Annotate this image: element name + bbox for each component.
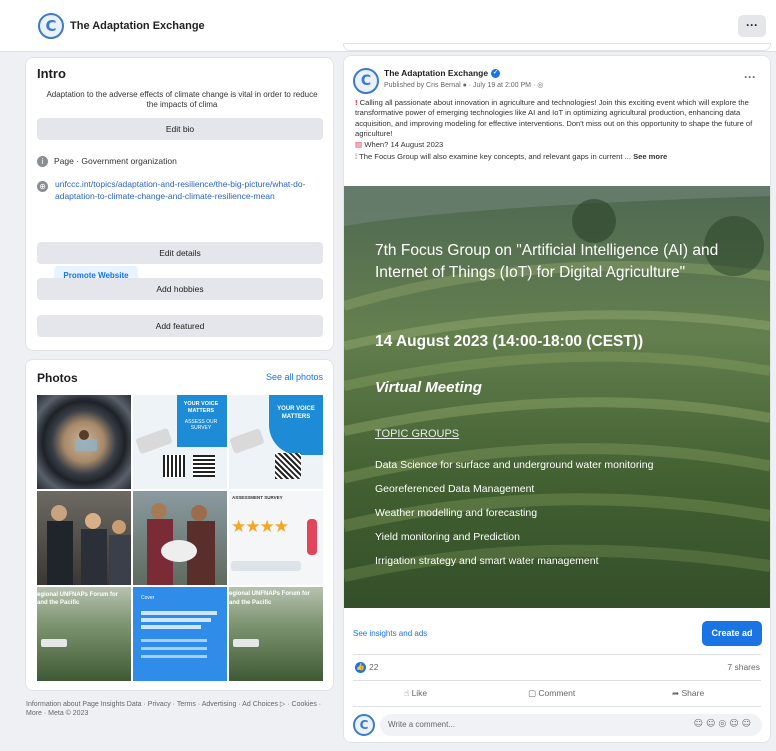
camera-lens-figure xyxy=(75,430,97,451)
photo-tile[interactable] xyxy=(37,491,131,585)
info-icon: i xyxy=(37,156,48,168)
edit-bio-button[interactable]: Edit bio xyxy=(37,118,323,140)
like-reaction-icon: 👍 xyxy=(355,662,366,674)
photo-grid: YOUR VOICE MATTERS ASSESS OUR SURVEY YOU… xyxy=(37,395,323,683)
create-ad-button[interactable]: Create ad xyxy=(702,621,762,646)
add-hobbies-button[interactable]: Add hobbies xyxy=(37,278,323,300)
tile-text: and the Pacific xyxy=(229,600,272,606)
share-button[interactable]: ➦ Share xyxy=(672,688,704,699)
topic-item: Weather modelling and forecasting xyxy=(375,507,538,519)
commenter-avatar[interactable]: C xyxy=(353,714,375,736)
people-with-sheep-photo xyxy=(147,503,215,585)
see-insights-link[interactable]: See insights and ads xyxy=(353,629,427,638)
previous-post-edge xyxy=(344,44,770,50)
divider xyxy=(353,706,761,707)
page-type-label: Page · Government organization xyxy=(54,156,177,166)
author-avatar[interactable]: C xyxy=(353,68,379,94)
post-text: ! Calling all passionate about innovatio… xyxy=(355,98,761,163)
share-icon: ➦ xyxy=(672,689,680,699)
pin-icon: ⁞ xyxy=(355,152,358,162)
photo-tile[interactable]: egional UNFNAPs Forum for and the Pacifi… xyxy=(37,587,131,681)
qr-code-icon xyxy=(163,455,185,477)
likes-count[interactable]: 22 xyxy=(369,662,378,672)
globe-icon: ⊕ xyxy=(37,181,48,192)
more-options-button[interactable]: ··· xyxy=(738,15,766,37)
footer-links[interactable]: Information about Page Insights Data · P… xyxy=(26,700,336,718)
tile-text: egional UNFNAPs Forum for xyxy=(229,591,311,597)
share-count[interactable]: 7 shares xyxy=(727,662,760,672)
post-card: C The Adaptation Exchange ✓ Published by … xyxy=(344,56,770,742)
topic-item: Irrigation strategy and smart water mana… xyxy=(375,555,599,567)
comment-input[interactable]: Write a comment... ☺☺◎☺☺ xyxy=(380,714,762,736)
edit-details-button[interactable]: Edit details xyxy=(37,242,323,264)
tile-text: YOUR VOICE MATTERS xyxy=(183,401,219,414)
post-author-name[interactable]: The Adaptation Exchange xyxy=(384,68,488,78)
event-date: 14 August 2023 (14:00-18:00 (CEST)) xyxy=(375,333,644,350)
rating-stars: ★★★★ xyxy=(231,517,289,537)
topic-item: Georeferenced Data Management xyxy=(375,483,535,495)
see-more-link[interactable]: See more xyxy=(633,152,667,161)
tile-text: ASSESSMENT SURVEY xyxy=(232,495,283,500)
post-meta: Published by Cris Bernal ● · July 19 at … xyxy=(384,82,544,89)
reaction-count[interactable]: 👍 22 xyxy=(355,662,378,674)
photo-tile[interactable] xyxy=(133,491,227,585)
photo-tile[interactable]: egional UNFNAPs Forum for and the Pacifi… xyxy=(229,587,323,681)
comment-label: Comment xyxy=(538,688,576,698)
tile-text: and the Pacific xyxy=(37,600,80,606)
website-link[interactable]: unfccc.int/topics/adaptation-and-resilie… xyxy=(55,178,331,202)
page-type-row: i Page · Government organization xyxy=(37,156,177,168)
add-featured-button[interactable]: Add featured xyxy=(37,315,323,337)
post-text-line: ! Calling all passionate about innovatio… xyxy=(355,98,761,139)
photo-tile[interactable]: Cover xyxy=(133,587,227,681)
photo-tile[interactable]: YOUR VOICE MATTERS ASSESS OUR SURVEY xyxy=(133,395,227,489)
post-image[interactable]: 7th Focus Group on "Artificial Intellige… xyxy=(344,186,770,608)
photo-tile[interactable] xyxy=(37,395,131,489)
topic-item: Data Science for surface and underground… xyxy=(375,459,654,471)
see-all-photos-link[interactable]: See all photos xyxy=(266,372,323,382)
people-photo xyxy=(47,505,131,585)
topic-groups-heading: TOPIC GROUPS xyxy=(375,428,460,440)
post-text-main: Calling all passionate about innovation … xyxy=(355,98,753,138)
post-text-focus: The Focus Group will also examine key co… xyxy=(359,152,631,162)
page-logo[interactable]: C xyxy=(38,13,64,39)
post-more-button[interactable]: ··· xyxy=(744,70,756,84)
topic-item: Yield monitoring and Prediction xyxy=(375,531,520,543)
bio-text: Adaptation to the adverse effects of cli… xyxy=(46,90,318,109)
tile-text: Cover xyxy=(141,595,155,601)
photos-card: Photos See all photos YOUR VOICE MATTERS… xyxy=(26,360,333,690)
like-button[interactable]: ☝ Like xyxy=(404,688,427,699)
qr-code-icon xyxy=(193,455,215,477)
share-label: Share xyxy=(681,688,705,698)
photo-tile[interactable]: ASSESSMENT SURVEY ★★★★ xyxy=(229,491,323,585)
post-text-line: ▤ When? 14 August 2023 xyxy=(355,140,761,150)
post-author[interactable]: The Adaptation Exchange ✓ xyxy=(384,68,501,79)
page-title[interactable]: The Adaptation Exchange xyxy=(70,20,205,32)
qr-code-icon xyxy=(275,453,301,479)
photos-title: Photos xyxy=(37,371,78,385)
event-heading: 7th Focus Group on "Artificial Intellige… xyxy=(375,242,719,281)
exclamation-icon: ! xyxy=(355,98,358,107)
tile-text: YOUR VOICE MATTERS xyxy=(277,406,315,420)
thumbs-up-icon: ☝ xyxy=(404,689,410,699)
comment-icon: ▢ xyxy=(528,689,537,699)
event-format: Virtual Meeting xyxy=(375,379,482,396)
post-text-date: When? 14 August 2023 xyxy=(364,140,444,150)
comment-placeholder: Write a comment... xyxy=(388,720,455,729)
intro-card: Intro Adaptation to the adverse effects … xyxy=(26,58,333,350)
like-label: Like xyxy=(411,688,428,698)
verified-badge-icon: ✓ xyxy=(491,69,501,79)
divider xyxy=(353,654,761,655)
post-text-line: ⁞ The Focus Group will also examine key … xyxy=(355,152,761,162)
comment-button[interactable]: ▢ Comment xyxy=(528,688,575,699)
divider xyxy=(353,680,761,681)
photo-tile[interactable]: YOUR VOICE MATTERS xyxy=(229,395,323,489)
tile-text: ASSESS OUR SURVEY xyxy=(184,419,218,431)
intro-title: Intro xyxy=(37,66,66,81)
comment-tools-icons[interactable]: ☺☺◎☺☺ xyxy=(694,719,754,729)
tile-text: egional UNFNAPs Forum for xyxy=(37,592,119,598)
calendar-icon: ▤ xyxy=(355,140,363,150)
